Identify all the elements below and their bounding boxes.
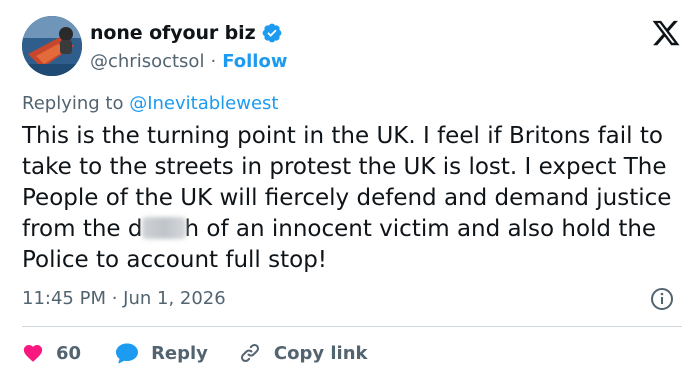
link-icon — [240, 343, 259, 363]
reply-button[interactable]: Reply — [115, 342, 208, 364]
copy-link-button[interactable]: Copy link — [238, 341, 368, 365]
reply-bubble-icon — [116, 343, 139, 364]
avatar-image — [22, 16, 82, 76]
author-handle[interactable]: @chrisoctsol — [90, 51, 204, 72]
tweet-card: none ofyour biz @chrisoctsol · Follow Re… — [0, 0, 700, 379]
replying-to: Replying to @Inevitablewest — [22, 93, 278, 114]
x-logo-icon[interactable] — [650, 18, 682, 48]
reply-label: Reply — [151, 342, 208, 364]
copy-link-label: Copy link — [273, 342, 368, 364]
tweet-text: This is the turning point in the UK. I f… — [22, 121, 687, 276]
avatar[interactable] — [22, 16, 82, 76]
like-count: 60 — [56, 342, 82, 364]
handle-separator: · — [210, 50, 217, 72]
tweet-header: none ofyour biz @chrisoctsol · Follow — [22, 16, 682, 76]
divider — [22, 326, 682, 327]
like-button[interactable]: 60 — [22, 342, 81, 364]
replying-mention-link[interactable]: @Inevitablewest — [129, 93, 278, 114]
tweet-timestamp[interactable]: 11:45 PM · Jun 1, 2026 — [22, 288, 226, 309]
action-bar: 60 Reply Copy link — [22, 338, 368, 368]
heart-icon — [23, 344, 43, 362]
info-icon[interactable] — [650, 287, 674, 311]
censor-blur — [141, 217, 186, 239]
author-display-name[interactable]: none ofyour biz — [90, 22, 256, 44]
author-info: none ofyour biz @chrisoctsol · Follow — [90, 20, 287, 74]
follow-button[interactable]: Follow — [222, 51, 287, 72]
replying-prefix: Replying to — [22, 93, 130, 114]
verified-badge-icon — [262, 23, 281, 43]
